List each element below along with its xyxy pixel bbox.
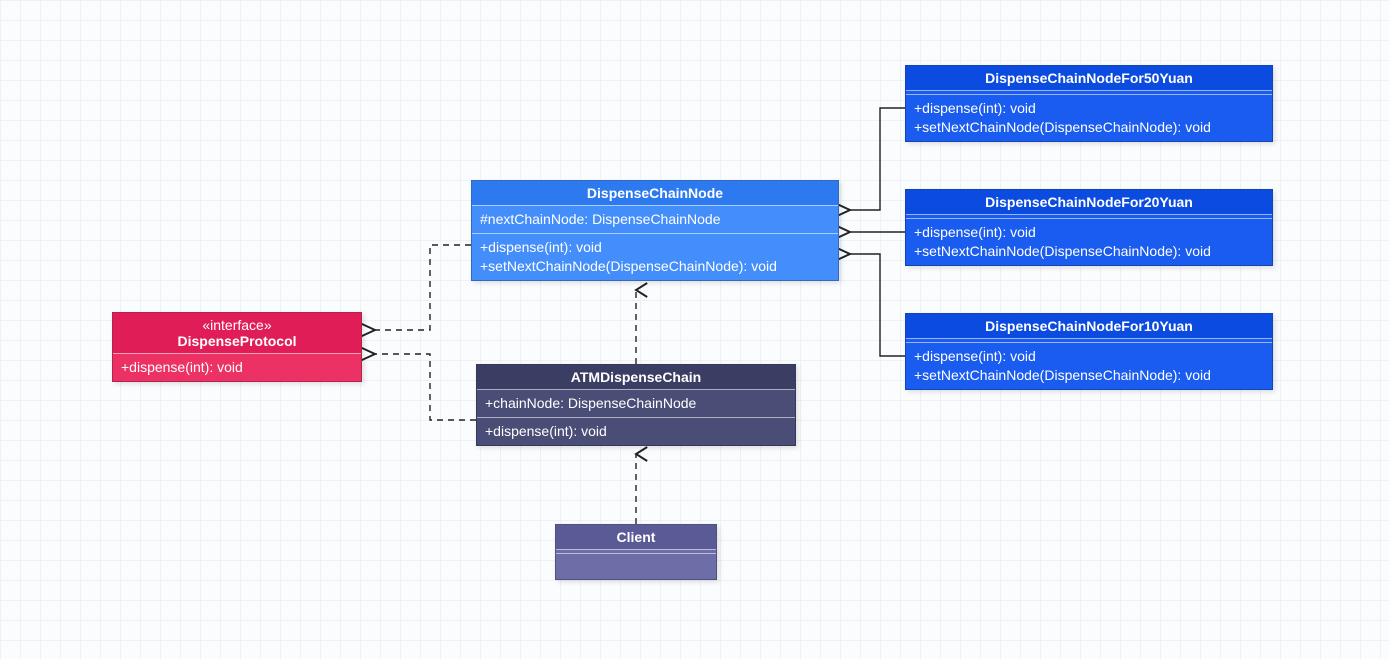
method-row: +setNextChainNode(DispenseChainNode): vo… — [914, 118, 1264, 137]
class-name: DispenseChainNodeFor10Yuan — [906, 314, 1272, 338]
method-row: +dispense(int): void — [914, 99, 1264, 118]
class-name: ATMDispenseChain — [477, 365, 795, 389]
edge-atm-realizes-protocol — [375, 354, 476, 420]
class-name: DispenseChainNodeFor50Yuan — [906, 66, 1272, 90]
class-client[interactable]: Client — [555, 524, 717, 580]
class-name: Client — [556, 525, 716, 549]
method-row: +dispense(int): void — [914, 347, 1264, 366]
class-node-10-yuan[interactable]: DispenseChainNodeFor10Yuan +dispense(int… — [905, 313, 1273, 390]
empty-methods — [556, 553, 716, 579]
class-atm-dispense-chain[interactable]: ATMDispenseChain +chainNode: DispenseCha… — [476, 364, 796, 446]
method-row: +setNextChainNode(DispenseChainNode): vo… — [914, 242, 1264, 261]
method-row: +dispense(int): void — [485, 422, 787, 441]
attr-row: +chainNode: DispenseChainNode — [485, 394, 787, 413]
stereotype-label: «interface» — [121, 317, 353, 333]
class-dispense-chain-node[interactable]: DispenseChainNode #nextChainNode: Dispen… — [471, 180, 839, 281]
edge-node10-extends-chainnode — [850, 254, 905, 356]
edge-node50-extends-chainnode — [850, 108, 905, 210]
class-name: DispenseProtocol — [121, 333, 353, 349]
method-row: +setNextChainNode(DispenseChainNode): vo… — [914, 366, 1264, 385]
method-row: +dispense(int): void — [121, 358, 353, 377]
method-row: +dispense(int): void — [914, 223, 1264, 242]
attr-row: #nextChainNode: DispenseChainNode — [480, 210, 830, 229]
method-row: +setNextChainNode(DispenseChainNode): vo… — [480, 257, 830, 276]
class-dispense-protocol[interactable]: «interface» DispenseProtocol +dispense(i… — [112, 312, 362, 382]
class-node-50-yuan[interactable]: DispenseChainNodeFor50Yuan +dispense(int… — [905, 65, 1273, 142]
class-name: DispenseChainNodeFor20Yuan — [906, 190, 1272, 214]
class-node-20-yuan[interactable]: DispenseChainNodeFor20Yuan +dispense(int… — [905, 189, 1273, 266]
method-row: +dispense(int): void — [480, 238, 830, 257]
edge-chainnode-realizes-protocol — [375, 245, 471, 330]
class-name: DispenseChainNode — [472, 181, 838, 205]
